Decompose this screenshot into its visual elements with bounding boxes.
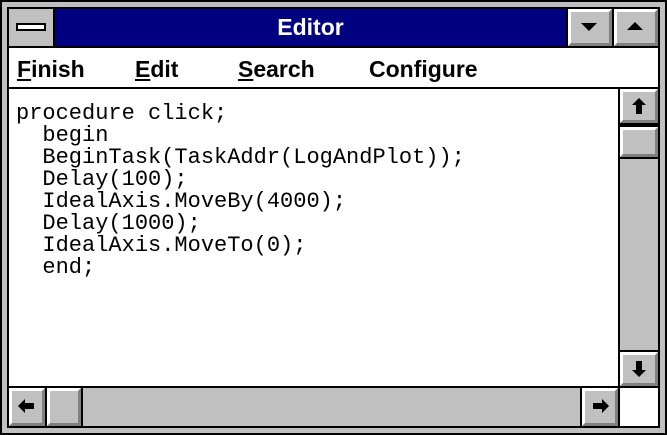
menu-search[interactable]: Search [238, 56, 315, 82]
scroll-right-button[interactable] [580, 388, 618, 426]
scroll-up-button[interactable] [620, 89, 658, 125]
menu-finish-label: inish [31, 56, 85, 82]
menu-edit[interactable]: Edit [135, 56, 178, 82]
title-bar[interactable]: Editor [9, 9, 658, 48]
minimize-arrow-icon [581, 23, 597, 31]
menu-edit-label: dit [150, 56, 179, 82]
minimize-button[interactable] [566, 9, 612, 46]
arrow-right-icon [593, 399, 609, 413]
code-line[interactable]: procedure click; [16, 103, 227, 125]
menu-finish[interactable]: Finish [17, 56, 85, 82]
horizontal-scroll-thumb[interactable] [47, 388, 83, 426]
scroll-down-button[interactable] [620, 350, 658, 386]
horizontal-scrollbar[interactable] [9, 386, 618, 426]
size-box [618, 386, 658, 426]
vertical-scroll-thumb[interactable] [620, 125, 658, 159]
arrow-left-icon [18, 399, 34, 413]
arrow-up-icon [632, 98, 646, 114]
menu-search-label: earch [253, 56, 315, 82]
code-line[interactable]: Delay(1000); [16, 213, 200, 235]
system-menu-icon [16, 23, 46, 31]
arrow-down-icon [632, 361, 646, 377]
window-client-area: Editor Finish Edit Search Configure proc… [7, 7, 660, 428]
code-editor-text-area[interactable]: procedure click; begin BeginTask(TaskAdd… [9, 89, 618, 386]
system-menu-button[interactable] [9, 9, 55, 46]
menu-edit-mnemonic: E [135, 56, 151, 82]
code-line[interactable]: BeginTask(TaskAddr(LogAndPlot)); [16, 147, 464, 169]
code-line[interactable]: end; [16, 257, 95, 279]
maximize-button[interactable] [612, 9, 658, 46]
vertical-scrollbar[interactable] [618, 89, 658, 386]
code-line[interactable]: begin [16, 125, 108, 147]
code-line[interactable]: IdealAxis.MoveBy(4000); [16, 191, 346, 213]
code-line[interactable]: IdealAxis.MoveTo(0); [16, 235, 306, 257]
menu-bar: Finish Edit Search Configure [9, 48, 658, 89]
menu-search-mnemonic: S [238, 56, 254, 82]
scroll-left-button[interactable] [9, 388, 47, 426]
editor-window: Editor Finish Edit Search Configure proc… [0, 0, 667, 435]
code-line[interactable]: Delay(100); [16, 169, 187, 191]
window-title: Editor [277, 14, 344, 40]
maximize-arrow-icon [627, 22, 643, 30]
menu-configure[interactable]: Configure [369, 56, 478, 82]
menu-finish-mnemonic: F [17, 56, 32, 82]
